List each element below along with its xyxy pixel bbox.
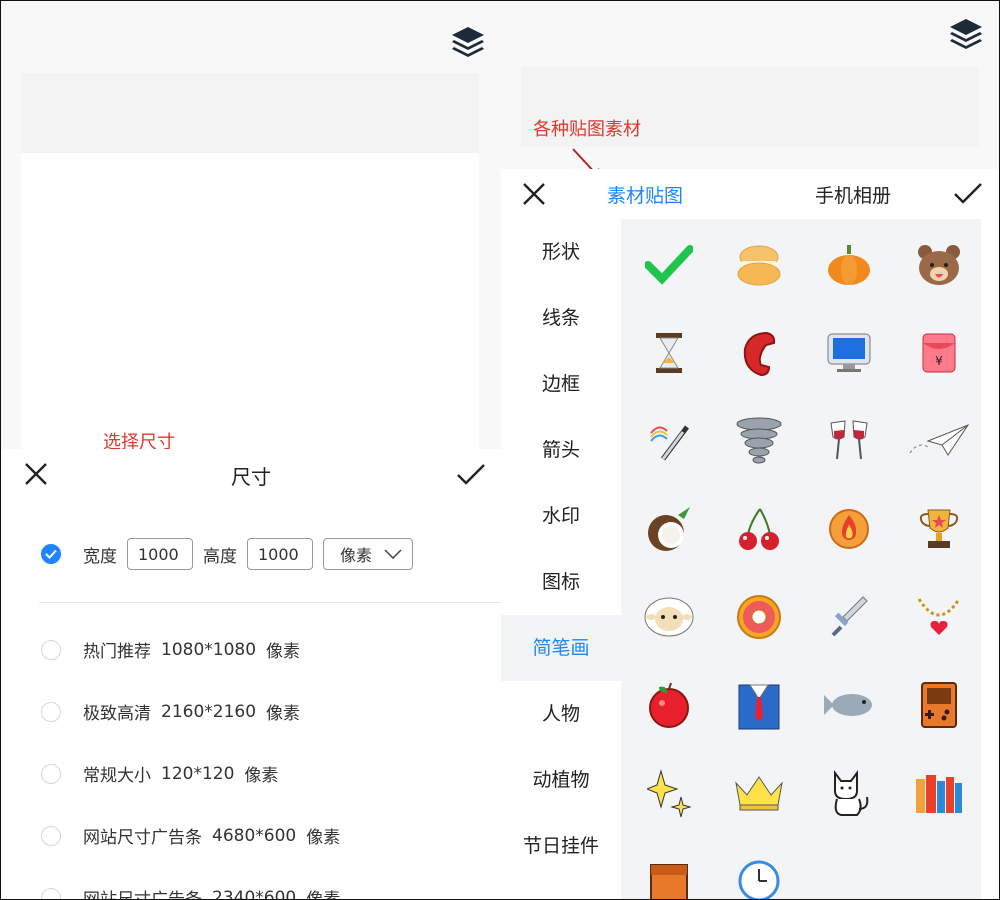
preset-row[interactable]: 常规大小 120*120 像素 bbox=[41, 761, 278, 786]
category-lines[interactable]: 线条 bbox=[501, 285, 621, 351]
preset-row[interactable]: 热门推荐 1080*1080 像素 bbox=[41, 637, 300, 662]
width-label: 宽度 bbox=[83, 546, 117, 567]
category-border[interactable]: 边框 bbox=[501, 351, 621, 417]
category-arrow[interactable]: 箭头 bbox=[501, 417, 621, 483]
close-icon[interactable] bbox=[521, 181, 547, 207]
custom-size-row[interactable]: 宽度 1000 高度 1000 像素 bbox=[41, 538, 413, 570]
sheet-title: 尺寸 bbox=[231, 465, 271, 489]
fish-sticker[interactable] bbox=[804, 661, 894, 749]
preset-unit: 像素 bbox=[244, 766, 279, 786]
preset-row[interactable]: 极致高清 2160*2160 像素 bbox=[41, 699, 300, 724]
category-sketch[interactable]: 简笔画 bbox=[501, 615, 621, 681]
preset-unit: 像素 bbox=[266, 704, 301, 724]
coconut-sticker[interactable] bbox=[624, 485, 714, 573]
donut-sticker[interactable] bbox=[714, 573, 804, 661]
clock-sticker[interactable] bbox=[714, 837, 804, 899]
category-people[interactable]: 人物 bbox=[501, 681, 621, 747]
radio-unchecked-icon[interactable] bbox=[41, 763, 61, 784]
radio-checked-icon[interactable] bbox=[41, 544, 61, 564]
preset-name: 极致高清 bbox=[83, 704, 151, 724]
preset-unit: 像素 bbox=[306, 828, 341, 848]
tab-stickers[interactable]: 素材贴图 bbox=[607, 181, 683, 208]
width-input[interactable]: 1000 bbox=[127, 538, 193, 570]
category-icon[interactable]: 图标 bbox=[501, 549, 621, 615]
unit-value: 像素 bbox=[340, 546, 373, 565]
sword-sticker[interactable] bbox=[804, 573, 894, 661]
radio-unchecked-icon[interactable] bbox=[41, 825, 61, 846]
preset-name: 网站尺寸广告条 bbox=[83, 890, 202, 900]
sheep-sticker[interactable] bbox=[624, 573, 714, 661]
sticker-screen: 各种贴图素材 素材贴图 手机相册 形状 线条 边框 箭头 水印 图标 简笔画 人 bbox=[501, 1, 999, 899]
radio-unchecked-icon[interactable] bbox=[41, 701, 61, 722]
wine-toast-sticker[interactable] bbox=[804, 397, 894, 485]
sticker-sheet: 素材贴图 手机相册 形状 线条 边框 箭头 水印 图标 简笔画 人物 动植物 节… bbox=[501, 169, 999, 899]
suit-sticker[interactable] bbox=[714, 661, 804, 749]
checkmark-sticker[interactable] bbox=[624, 221, 714, 309]
preset-size: 1080*1080 bbox=[161, 639, 257, 660]
preset-name: 常规大小 bbox=[83, 766, 151, 786]
size-sheet: 尺寸 宽度 1000 高度 1000 像素 热门推荐 1080*1080 像素 … bbox=[1, 449, 501, 900]
preset-name: 热门推荐 bbox=[83, 642, 151, 662]
layers-icon[interactable] bbox=[947, 17, 985, 51]
cat-sticker[interactable] bbox=[804, 749, 894, 837]
radio-unchecked-icon[interactable] bbox=[41, 639, 61, 660]
pumpkin-sticker[interactable] bbox=[804, 221, 894, 309]
confirm-check-icon[interactable] bbox=[456, 463, 486, 487]
monitor-sticker[interactable] bbox=[804, 309, 894, 397]
box-sticker[interactable] bbox=[624, 837, 714, 899]
category-holiday[interactable]: 节日挂件 bbox=[501, 813, 621, 879]
preset-unit: 像素 bbox=[266, 642, 301, 662]
size-screen: 选择尺寸 尺寸 宽度 1000 高度 1000 像素 热门推荐 1080*108… bbox=[1, 1, 501, 900]
tab-album[interactable]: 手机相册 bbox=[815, 181, 891, 208]
divider bbox=[39, 602, 501, 603]
stickers-annotation: 各种贴图素材 bbox=[533, 119, 641, 140]
preset-unit: 像素 bbox=[306, 890, 341, 900]
category-sidebar: 形状 线条 边框 箭头 水印 图标 简笔画 人物 动植物 节日挂件 bbox=[501, 219, 621, 879]
necklace-sticker[interactable] bbox=[894, 573, 984, 661]
unit-select[interactable]: 像素 bbox=[323, 538, 413, 570]
tornado-sticker[interactable] bbox=[714, 397, 804, 485]
height-input[interactable]: 1000 bbox=[247, 538, 313, 570]
paper-plane-sticker[interactable] bbox=[894, 397, 984, 485]
preset-size: 4680*600 bbox=[212, 825, 297, 846]
radio-unchecked-icon[interactable] bbox=[41, 887, 61, 899]
magic-wand-sticker[interactable] bbox=[624, 397, 714, 485]
trophy-sticker[interactable] bbox=[894, 485, 984, 573]
bear-sticker[interactable] bbox=[894, 221, 984, 309]
red-envelope-sticker[interactable]: ¥ bbox=[894, 309, 984, 397]
crown-sticker[interactable] bbox=[714, 749, 804, 837]
canvas-area bbox=[21, 153, 479, 453]
fire-sticker[interactable] bbox=[804, 485, 894, 573]
svg-text:¥: ¥ bbox=[935, 354, 943, 368]
layers-icon[interactable] bbox=[449, 25, 487, 59]
category-watermark[interactable]: 水印 bbox=[501, 483, 621, 549]
hourglass-sticker[interactable] bbox=[624, 309, 714, 397]
preset-row[interactable]: 网站尺寸广告条 4680*600 像素 bbox=[41, 823, 340, 848]
category-shape[interactable]: 形状 bbox=[501, 219, 621, 285]
chevron-down-icon bbox=[384, 549, 402, 559]
category-plants-animals[interactable]: 动植物 bbox=[501, 747, 621, 813]
preset-size: 2340*600 bbox=[212, 887, 297, 900]
sticker-grid: ¥ bbox=[621, 219, 984, 899]
apple-sticker[interactable] bbox=[624, 661, 714, 749]
confirm-check-icon[interactable] bbox=[953, 182, 983, 206]
canvas-header bbox=[21, 73, 479, 153]
preset-size: 120*120 bbox=[161, 763, 235, 784]
screenshot-frame: 选择尺寸 尺寸 宽度 1000 高度 1000 像素 热门推荐 1080*108… bbox=[0, 0, 1000, 900]
books-sticker[interactable] bbox=[894, 749, 984, 837]
cherry-sticker[interactable] bbox=[714, 485, 804, 573]
preset-name: 网站尺寸广告条 bbox=[83, 828, 202, 848]
sparkle-sticker[interactable] bbox=[624, 749, 714, 837]
game-console-sticker[interactable] bbox=[894, 661, 984, 749]
cream-puff-sticker[interactable] bbox=[714, 221, 804, 309]
preset-size: 2160*2160 bbox=[161, 701, 257, 722]
height-label: 高度 bbox=[203, 546, 237, 567]
preset-row[interactable]: 网站尺寸广告条 2340*600 像素 bbox=[41, 885, 341, 900]
telephone-sticker[interactable] bbox=[714, 309, 804, 397]
